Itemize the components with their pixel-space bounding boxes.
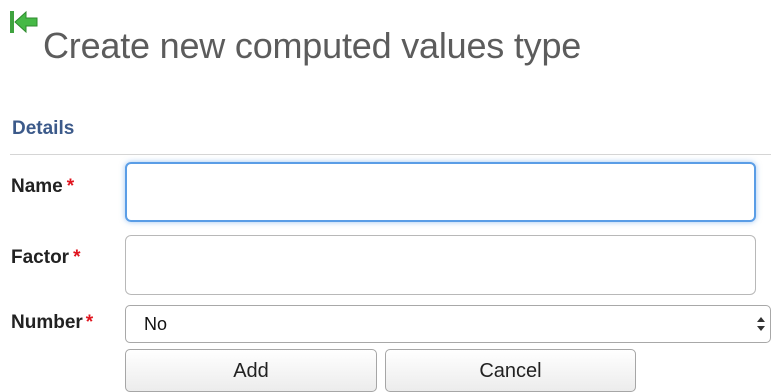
number-select-value: No bbox=[144, 314, 168, 334]
factor-label-text: Factor bbox=[11, 247, 70, 268]
factor-input[interactable] bbox=[125, 235, 756, 295]
number-label: Number * bbox=[11, 311, 93, 335]
number-label-text: Number bbox=[11, 312, 83, 333]
section-divider bbox=[10, 154, 771, 155]
name-label: Name * bbox=[11, 175, 74, 199]
required-marker: * bbox=[73, 247, 81, 268]
add-button[interactable]: Add bbox=[125, 349, 377, 392]
name-input[interactable] bbox=[125, 162, 756, 222]
page: Create new computed values type Details … bbox=[0, 0, 771, 392]
section-title: Details bbox=[12, 118, 75, 139]
cancel-button[interactable]: Cancel bbox=[385, 349, 636, 392]
back-arrow-icon[interactable] bbox=[9, 9, 39, 37]
page-title: Create new computed values type bbox=[43, 25, 582, 66]
number-select[interactable]: No bbox=[125, 305, 771, 343]
select-arrows-icon bbox=[757, 317, 765, 331]
name-label-text: Name bbox=[11, 176, 63, 197]
required-marker: * bbox=[85, 312, 94, 333]
factor-label: Factor * bbox=[11, 246, 80, 270]
required-marker: * bbox=[66, 176, 75, 197]
